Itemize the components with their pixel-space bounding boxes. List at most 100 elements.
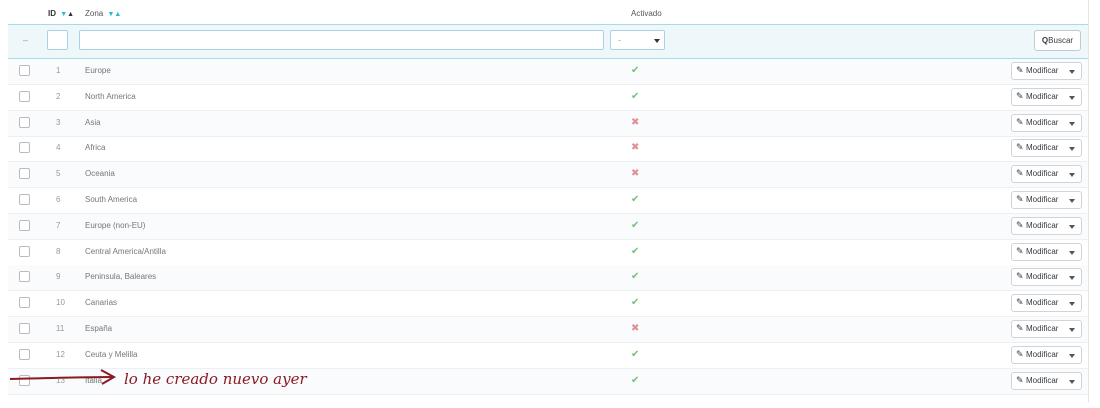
sort-icon[interactable]: ▼▲ <box>107 11 121 18</box>
chevron-down-icon[interactable] <box>1069 353 1075 358</box>
table-row: 8 Central America/Antilla ✔ ✎ Modificar <box>8 240 1088 266</box>
table-row: 12 Ceuta y Melilla ✔ ✎ Modificar <box>8 343 1088 369</box>
table-row: 3 Asia ✖ ✎ Modificar <box>8 110 1088 137</box>
row-checkbox[interactable] <box>19 168 30 180</box>
table-row: 10 Canarias ✔ ✎ Modificar <box>8 291 1088 318</box>
edit-button-label: Modificar <box>1026 246 1059 256</box>
edit-button-label: Modificar <box>1026 349 1059 359</box>
row-id: 7 <box>56 220 61 230</box>
row-id: 8 <box>56 246 61 256</box>
row-checkbox[interactable] <box>19 65 30 76</box>
chevron-down-icon[interactable] <box>1069 70 1075 74</box>
pencil-icon: ✎ <box>1016 116 1024 127</box>
row-checkbox[interactable] <box>19 297 30 309</box>
row-checkbox[interactable] <box>19 219 30 231</box>
chevron-down-icon[interactable] <box>1069 328 1075 332</box>
edit-button[interactable]: ✎ Modificar <box>1011 371 1082 390</box>
row-checkbox[interactable] <box>19 348 30 360</box>
edit-button-label: Modificar <box>1026 117 1059 127</box>
edit-button[interactable]: ✎ Modificar <box>1011 345 1082 364</box>
edit-button-label: Modificar <box>1026 143 1059 153</box>
filter-activado-select[interactable]: - <box>610 30 665 50</box>
pencil-icon: ✎ <box>1016 194 1024 204</box>
column-zona-header[interactable]: Zona ▼▲ <box>85 9 121 18</box>
chevron-down-icon[interactable] <box>1069 250 1075 255</box>
row-checkbox[interactable] <box>19 323 30 334</box>
pencil-icon: ✎ <box>1016 168 1024 179</box>
edit-button[interactable]: ✎ Modificar <box>1011 87 1082 106</box>
check-icon[interactable]: ✔ <box>631 246 639 257</box>
filter-zona-input[interactable] <box>79 30 604 50</box>
edit-button[interactable]: ✎ Modificar <box>1011 113 1082 132</box>
row-checkbox[interactable] <box>19 271 30 283</box>
pencil-icon: ✎ <box>1016 271 1024 282</box>
row-checkbox[interactable] <box>19 194 30 205</box>
filter-row: – - QBuscar <box>8 25 1088 59</box>
edit-button[interactable]: ✎ Modificar <box>1011 62 1082 80</box>
row-zona: Peninsula, Baleares <box>85 272 157 282</box>
chevron-down-icon[interactable] <box>1069 121 1075 126</box>
edit-button[interactable]: ✎ Modificar <box>1011 268 1082 287</box>
check-icon[interactable]: ✔ <box>631 194 639 205</box>
edit-button-label: Modificar <box>1026 66 1059 75</box>
filter-dash: – <box>23 35 29 45</box>
chevron-down-icon[interactable] <box>1069 199 1075 203</box>
chevron-down-icon[interactable] <box>1069 224 1075 229</box>
cross-icon[interactable]: ✖ <box>631 142 639 153</box>
edit-button-label: Modificar <box>1026 324 1059 333</box>
column-activado-header: Activado <box>631 9 662 18</box>
row-checkbox[interactable] <box>19 142 30 154</box>
row-checkbox[interactable] <box>19 245 30 257</box>
sort-icon[interactable]: ▼▲ <box>60 11 74 18</box>
edit-button-label: Modificar <box>1026 298 1059 308</box>
column-zona-label: Zona <box>85 9 104 18</box>
row-zona: Central America/Antilla <box>85 246 166 256</box>
check-icon[interactable]: ✔ <box>631 297 639 308</box>
pencil-icon: ✎ <box>1016 323 1024 333</box>
chevron-down-icon[interactable] <box>1069 173 1075 178</box>
check-icon[interactable]: ✔ <box>631 349 639 360</box>
edit-button-label: Modificar <box>1026 91 1059 101</box>
row-zona: South America <box>85 195 138 204</box>
row-checkbox[interactable] <box>19 90 30 102</box>
handwritten-annotation: lo he creado nuevo ayer <box>124 370 307 388</box>
edit-button[interactable]: ✎ Modificar <box>1011 191 1082 209</box>
row-zona: Europe (non-EU) <box>85 220 146 230</box>
column-id-header[interactable]: ID ▼▲ <box>48 9 74 18</box>
edit-button[interactable]: ✎ Modificar <box>1011 216 1082 235</box>
filter-id-input[interactable] <box>47 30 68 50</box>
cross-icon[interactable]: ✖ <box>631 117 639 128</box>
chevron-down-icon[interactable] <box>1069 276 1075 281</box>
check-icon[interactable]: ✔ <box>631 220 639 231</box>
chevron-down-icon[interactable] <box>1069 95 1075 100</box>
row-zona: Europe <box>85 66 111 75</box>
check-icon[interactable]: ✔ <box>631 65 639 76</box>
check-icon[interactable]: ✔ <box>631 375 639 386</box>
edit-button[interactable]: ✎ Modificar <box>1011 139 1082 158</box>
chevron-down-icon[interactable] <box>1069 379 1075 384</box>
row-zona: North America <box>85 91 136 101</box>
cross-icon[interactable]: ✖ <box>631 323 639 334</box>
chevron-down-icon[interactable] <box>1069 302 1075 307</box>
cross-icon[interactable]: ✖ <box>631 168 639 179</box>
chevron-down-icon[interactable] <box>1069 147 1075 152</box>
row-checkbox[interactable] <box>19 116 30 128</box>
table-row: 5 Oceania ✖ ✎ Modificar <box>8 162 1088 189</box>
row-id: 12 <box>56 349 65 359</box>
edit-button-label: Modificar <box>1026 220 1059 230</box>
edit-button-label: Modificar <box>1026 272 1059 282</box>
row-zona: Oceania <box>85 169 115 179</box>
edit-button[interactable]: ✎ Modificar <box>1011 242 1082 261</box>
search-button-label: Buscar <box>1048 36 1074 45</box>
row-id: 2 <box>56 91 61 101</box>
edit-button[interactable]: ✎ Modificar <box>1011 294 1082 313</box>
edit-button[interactable]: ✎ Modificar <box>1011 320 1082 338</box>
edit-button[interactable]: ✎ Modificar <box>1011 165 1082 184</box>
pencil-icon: ✎ <box>1016 374 1024 385</box>
pencil-icon: ✎ <box>1016 219 1024 230</box>
search-button[interactable]: QBuscar <box>1034 30 1081 51</box>
check-icon[interactable]: ✔ <box>631 271 639 282</box>
table-row: 6 South America ✔ ✎ Modificar <box>8 188 1088 214</box>
check-icon[interactable]: ✔ <box>631 91 639 102</box>
table-header: ID ▼▲ Zona ▼▲ Activado <box>8 0 1088 25</box>
